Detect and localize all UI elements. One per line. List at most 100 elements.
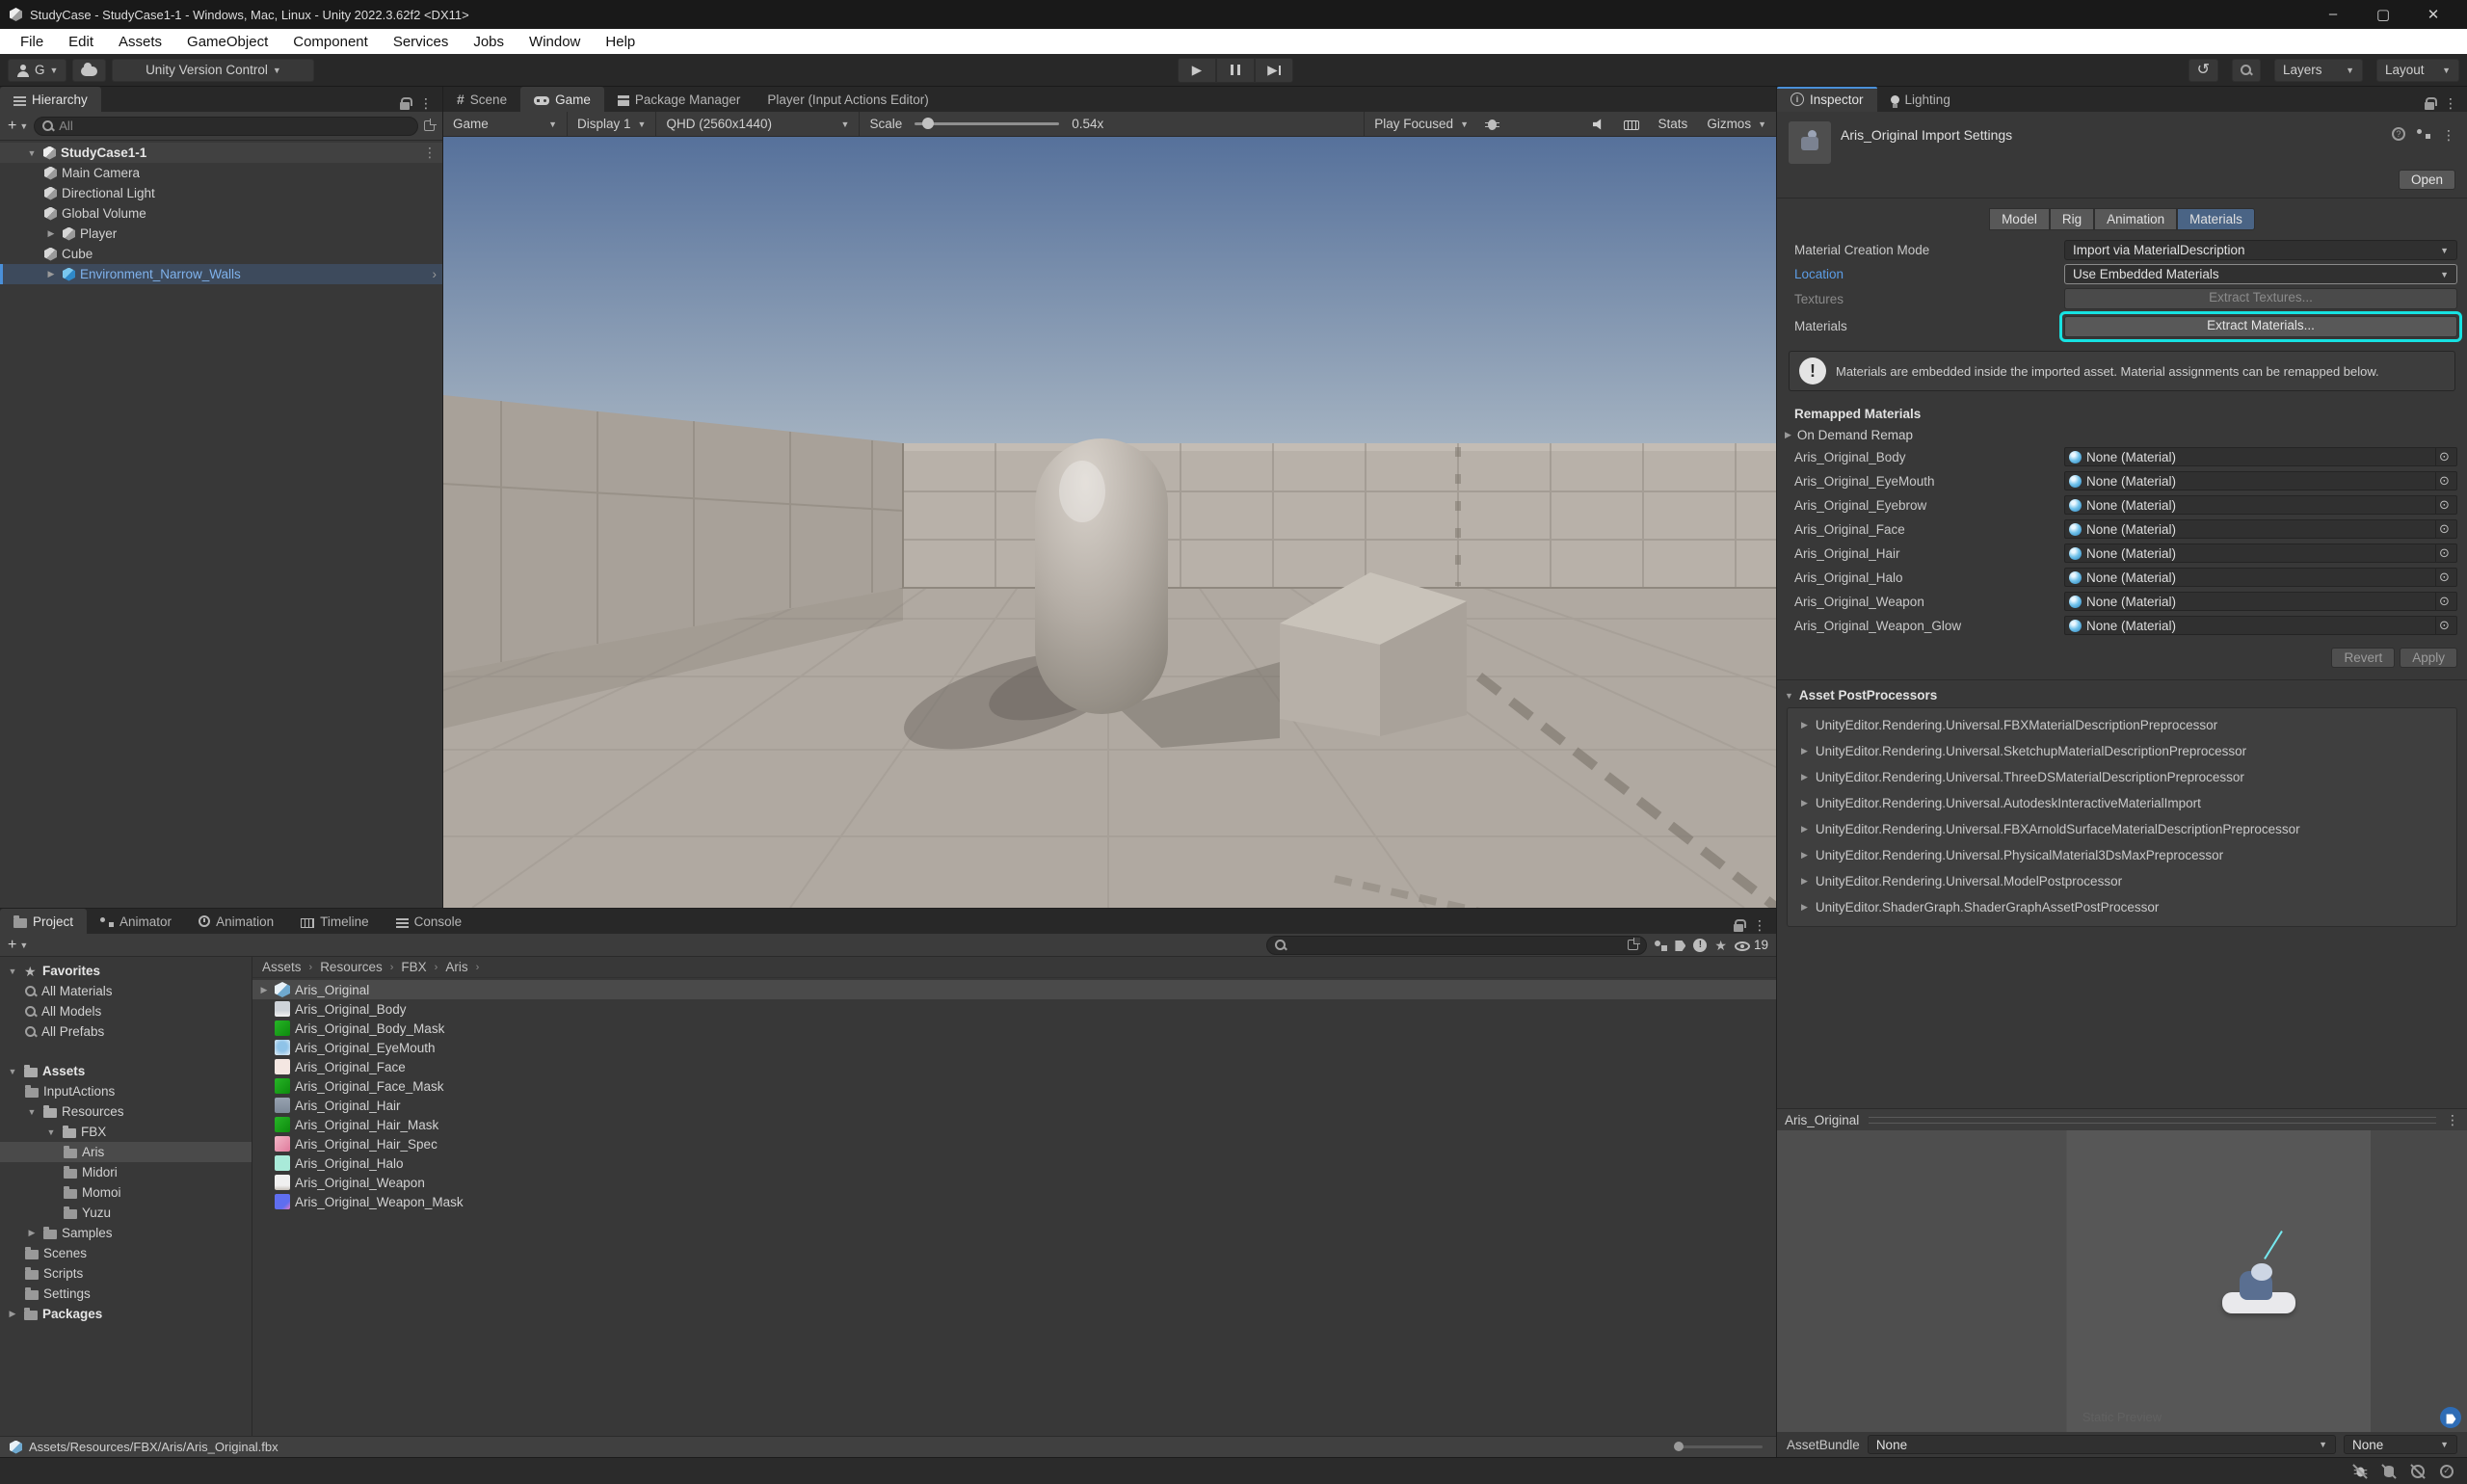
open-search-window-icon[interactable] [424, 120, 435, 131]
asset-postprocessors-foldout[interactable]: ▼ Asset PostProcessors [1777, 680, 2467, 705]
folder-row[interactable]: All Models [0, 1001, 252, 1021]
gizmos-dropdown[interactable]: Gizmos ▼ [1697, 112, 1776, 136]
folder-row[interactable]: Settings [0, 1284, 252, 1304]
expand-arrow-icon[interactable]: ▶ [25, 1228, 39, 1238]
asset-row[interactable]: Aris_Original_Body [252, 999, 1776, 1019]
folder-row[interactable]: All Prefabs [0, 1021, 252, 1042]
expand-arrow-icon[interactable]: ▶ [6, 1309, 19, 1319]
expand-arrow-icon[interactable]: ▼ [44, 1127, 58, 1137]
bottom-tab[interactable]: Timeline [287, 909, 383, 934]
on-demand-remap-foldout[interactable]: ▶ On Demand Remap [1777, 425, 2467, 445]
debug-button[interactable] [1478, 112, 1506, 136]
expand-arrow-icon[interactable]: ▶ [258, 985, 270, 995]
bottom-tab[interactable]: Animation [185, 909, 287, 934]
postprocessor-row[interactable]: ▶ UnityEditor.Rendering.Universal.Autode… [1788, 790, 2456, 816]
bottom-tab[interactable]: Animator [87, 909, 185, 934]
preview-header[interactable]: Aris_Original ⋮ [1777, 1109, 2467, 1130]
account-button[interactable]: G ▼ [8, 59, 66, 82]
pause-button[interactable] [1216, 58, 1255, 83]
layout-dropdown[interactable]: Layout ▼ [2376, 59, 2459, 82]
debugger-disabled-icon[interactable] [2351, 1463, 2369, 1480]
asset-row[interactable]: Aris_Original_Face_Mask [252, 1076, 1776, 1096]
mode-tab[interactable]: Model [1989, 208, 2050, 230]
thumbnail-size-slider[interactable] [1676, 1445, 1763, 1448]
vsync-button[interactable] [1614, 112, 1649, 136]
kebab-menu-icon[interactable]: ⋮ [2442, 127, 2455, 144]
game-render-area[interactable] [443, 137, 1776, 908]
folder-row[interactable]: Yuzu [0, 1203, 252, 1223]
asset-row[interactable]: Aris_Original_Halo [252, 1153, 1776, 1173]
hierarchy-row[interactable]: Global Volume [0, 203, 442, 224]
add-gameobject-button[interactable]: +▼ [8, 118, 28, 135]
play-focused-dropdown[interactable]: Play Focused ▼ [1365, 112, 1478, 136]
menu-item[interactable]: Help [593, 29, 648, 54]
minimize-button[interactable]: – [2319, 6, 2348, 23]
hierarchy-row[interactable]: ▶ Player [0, 224, 442, 244]
asset-row[interactable]: Aris_Original_Hair [252, 1096, 1776, 1115]
object-picker-icon[interactable]: ⊙ [2435, 569, 2453, 586]
visible-count[interactable]: 19 [1735, 938, 1768, 952]
material-object-field[interactable]: None (Material) ⊙ [2064, 447, 2457, 466]
menu-item[interactable]: Services [381, 29, 462, 54]
step-button[interactable]: ▶ [1255, 58, 1293, 83]
background-tasks-ok-icon[interactable]: ✓ [2438, 1463, 2455, 1480]
material-creation-mode-dropdown[interactable]: Import via MaterialDescription ▼ [2064, 240, 2457, 260]
menu-item[interactable]: Edit [56, 29, 106, 54]
layers-dropdown[interactable]: Layers ▼ [2274, 59, 2363, 82]
viewport-tab[interactable]: Package Manager [604, 87, 755, 112]
cloud-button[interactable] [72, 59, 106, 82]
folder-row[interactable]: ▼ Assets [0, 1061, 252, 1081]
asset-row[interactable]: ▶ Aris_Original [252, 980, 1776, 999]
asset-row[interactable]: Aris_Original_Weapon [252, 1173, 1776, 1192]
asset-row[interactable]: Aris_Original_Hair_Spec [252, 1134, 1776, 1153]
help-icon[interactable]: ? [2392, 127, 2405, 141]
material-object-field[interactable]: None (Material) ⊙ [2064, 568, 2457, 587]
folder-row[interactable]: Scenes [0, 1243, 252, 1263]
hierarchy-row[interactable]: Main Camera [0, 163, 442, 183]
folder-row[interactable]: ▶ Samples [0, 1223, 252, 1243]
preview-viewport[interactable]: Static Preview [1777, 1130, 2467, 1432]
mode-tab[interactable]: Animation [2094, 208, 2177, 230]
mute-audio-button[interactable] [1583, 112, 1614, 136]
expand-arrow-icon[interactable]: ▼ [6, 1067, 19, 1076]
tab-hierarchy[interactable]: Hierarchy [0, 87, 101, 112]
postprocessor-row[interactable]: ▶ UnityEditor.Rendering.Universal.Sketch… [1788, 738, 2456, 764]
menu-item[interactable]: File [8, 29, 56, 54]
undo-history-button[interactable]: ↺ [2188, 59, 2218, 82]
bottom-tab[interactable]: Console [383, 909, 476, 934]
folder-row[interactable]: Momoi [0, 1182, 252, 1203]
expand-arrow-icon[interactable]: ▼ [6, 967, 19, 976]
favorites-filter-icon[interactable]: ★ [1714, 939, 1727, 952]
hierarchy-row[interactable]: ▼ StudyCase1-1 ⋮ [0, 143, 442, 163]
cache-server-disabled-icon[interactable] [2380, 1463, 2398, 1480]
collab-disabled-icon[interactable] [2409, 1463, 2427, 1480]
search-by-type-icon[interactable] [1655, 940, 1667, 951]
postprocessor-row[interactable]: ▶ UnityEditor.Rendering.Universal.FBXMat… [1788, 712, 2456, 738]
mode-tab[interactable]: Rig [2050, 208, 2094, 230]
drag-handle[interactable] [1869, 1117, 2436, 1124]
expand-arrow-icon[interactable]: ▼ [25, 148, 39, 158]
open-search-window-icon[interactable] [1628, 940, 1638, 950]
object-picker-icon[interactable]: ⊙ [2435, 472, 2453, 490]
folder-row[interactable]: Aris [0, 1142, 252, 1162]
viewport-tab[interactable]: Game [520, 87, 604, 112]
play-button[interactable]: ▶ [1178, 58, 1216, 83]
kebab-menu-icon[interactable]: ⋮ [2446, 1112, 2459, 1128]
menu-item[interactable]: Window [517, 29, 593, 54]
inspector-tab[interactable]: Lighting [1877, 87, 1964, 112]
kebab-menu-icon[interactable]: ⋮ [423, 145, 437, 161]
folder-row[interactable]: ▶ Packages [0, 1304, 252, 1324]
slider-knob[interactable] [922, 118, 934, 129]
folder-row[interactable]: ▼ Favorites [0, 961, 252, 981]
kebab-menu-icon[interactable]: ⋮ [2444, 95, 2457, 112]
material-object-field[interactable]: None (Material) ⊙ [2064, 519, 2457, 539]
expand-arrow-icon[interactable]: ▼ [25, 1107, 39, 1117]
hidden-packages-icon[interactable]: ! [1693, 939, 1707, 952]
object-picker-icon[interactable]: ⊙ [2435, 496, 2453, 514]
breadcrumb-item[interactable]: Aris › [445, 960, 479, 974]
hierarchy-search-input[interactable]: All [34, 117, 418, 136]
stats-button[interactable]: Stats [1649, 112, 1698, 136]
folder-row[interactable]: All Materials [0, 981, 252, 1001]
display-target-dropdown[interactable]: Game ▼ [443, 112, 567, 136]
hierarchy-row[interactable]: ▶ Environment_Narrow_Walls › [0, 264, 442, 284]
